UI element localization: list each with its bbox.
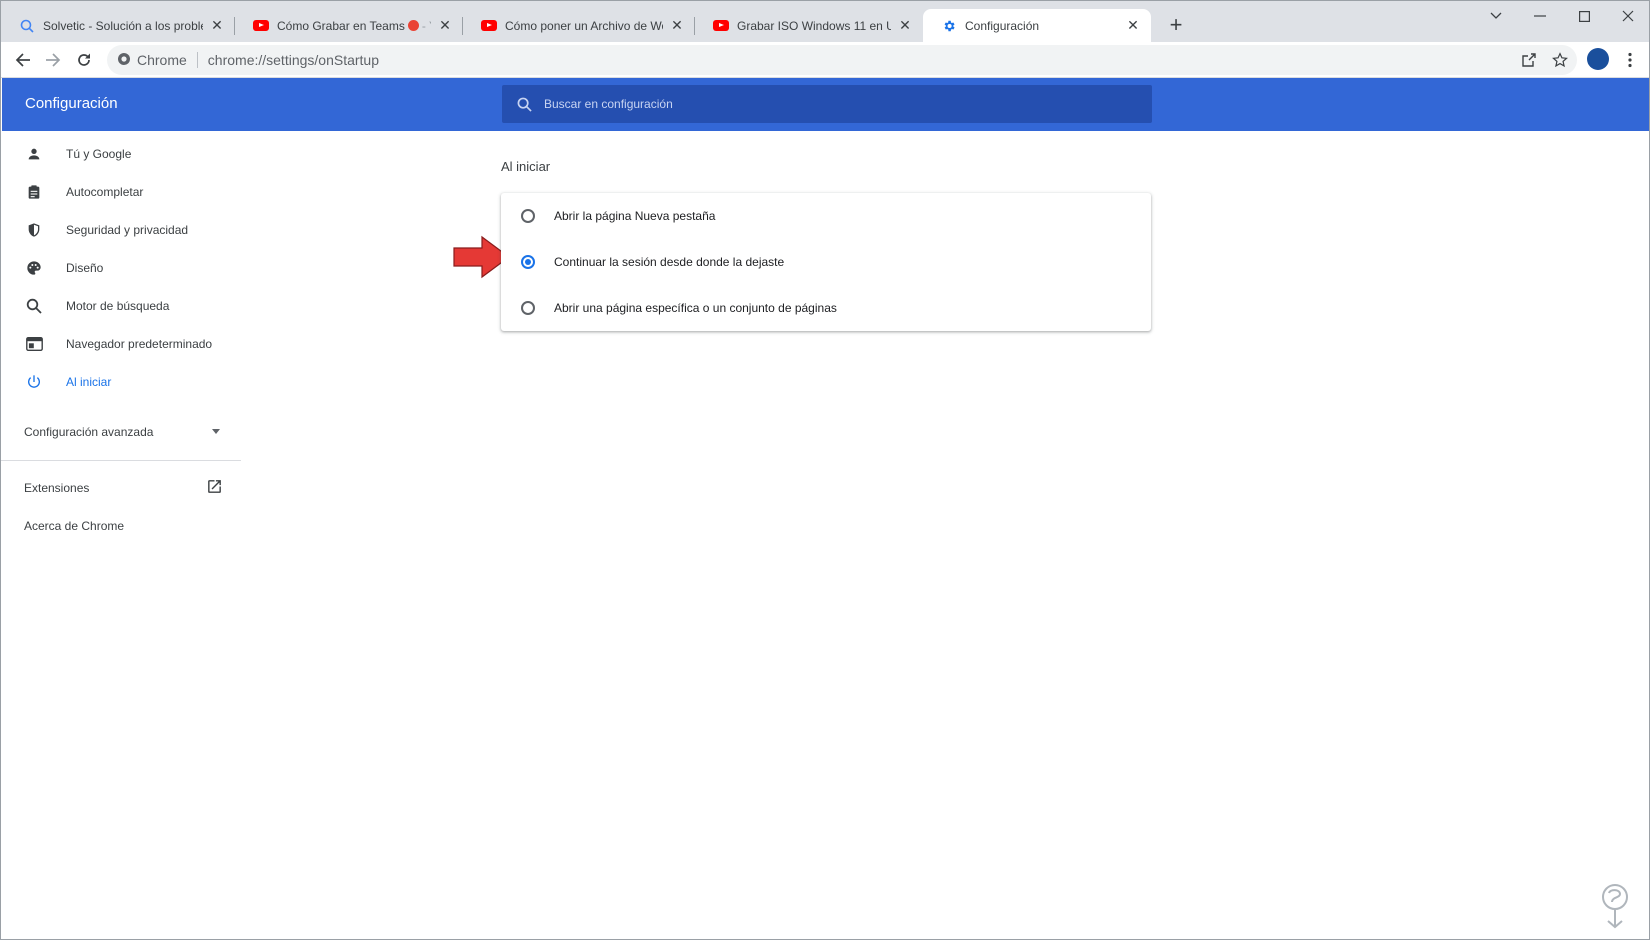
address-bar[interactable]: Chrome chrome://settings/onStartup [107,45,1577,75]
sidebar-item-label: Al iniciar [66,375,112,389]
solvetic-watermark-icon [1602,884,1628,929]
tab-solvetic[interactable]: Solvetic - Solución a los problem ✕ [1,9,235,42]
person-icon [24,144,44,164]
close-icon[interactable]: ✕ [209,17,225,34]
close-icon[interactable]: ✕ [669,17,685,34]
sidebar-item-label: Motor de búsqueda [66,299,170,313]
shield-icon [24,220,44,240]
tab-title: Configuración [965,18,1040,33]
browser-window: Solvetic - Solución a los problem ✕ Cómo… [0,0,1650,940]
browser-icon [24,334,44,354]
palette-icon [24,258,44,278]
search-icon [24,296,44,316]
close-icon[interactable]: ✕ [1125,17,1141,34]
radio-label: Abrir la página Nueva pestaña [554,209,716,223]
tab-title: Solvetic - Solución a los problem [43,18,203,33]
share-icon[interactable] [1517,48,1541,72]
browser-toolbar: Chrome chrome://settings/onStartup [1,42,1649,78]
solvetic-icon [19,18,35,34]
sidebar-item-tu-y-google[interactable]: Tú y Google [1,138,241,170]
youtube-icon [713,18,729,34]
sidebar-item-diseno[interactable]: Diseño [1,252,241,284]
search-icon [514,94,534,114]
close-icon[interactable]: ✕ [897,17,913,34]
tab-search-chevron-icon[interactable] [1481,5,1511,27]
startup-option-continue-session[interactable]: Continuar la sesión desde donde la dejas… [501,239,1151,285]
avatar[interactable] [1587,48,1609,70]
settings-search[interactable] [502,85,1152,123]
omnibox-divider [196,52,198,68]
advanced-settings-toggle[interactable]: Configuración avanzada [24,420,224,444]
tab-title-suffix: - You [421,18,431,33]
tab-title: Grabar ISO Windows 11 en USB [737,18,891,33]
about-chrome-link[interactable]: Acerca de Chrome [24,519,124,533]
external-link-icon[interactable] [206,478,226,498]
gear-icon [941,18,957,34]
tab-title: Cómo Grabar en Teams [277,18,405,33]
radio-label: Continuar la sesión desde donde la dejas… [554,255,785,269]
settings-header: Configuración [2,78,1649,131]
tab-archivo-word[interactable]: Cómo poner un Archivo de Word ✕ [463,9,695,42]
radio-label: Abrir una página específica o un conjunt… [554,301,837,315]
sidebar-item-autocompletar[interactable]: Autocompletar [1,176,241,208]
sidebar-item-motor-busqueda[interactable]: Motor de búsqueda [1,290,241,322]
radio-button[interactable] [521,301,535,315]
tab-grabar-teams[interactable]: Cómo Grabar en Teams - You ✕ [235,9,463,42]
minimize-icon[interactable] [1525,5,1555,27]
back-icon[interactable] [11,48,35,72]
new-tab-button[interactable]: + [1164,12,1188,37]
tab-configuracion[interactable]: Configuración ✕ [923,9,1151,42]
url-text[interactable]: chrome://settings/onStartup [208,52,379,68]
sidebar-item-label: Autocompletar [66,185,144,199]
youtube-icon [253,18,269,34]
reload-icon[interactable] [72,48,96,72]
menu-dots-icon[interactable] [1618,48,1642,72]
sidebar-item-seguridad[interactable]: Seguridad y privacidad [1,214,241,246]
sidebar-item-label: Tú y Google [66,147,132,161]
maximize-icon[interactable] [1569,5,1599,27]
tab-strip: Solvetic - Solución a los problem ✕ Cómo… [1,1,1649,42]
search-input[interactable] [544,97,1152,111]
extensions-link[interactable]: Extensiones [24,481,89,495]
startup-option-new-tab[interactable]: Abrir la página Nueva pestaña [501,193,1151,239]
caret-down-icon [212,429,220,434]
omnibox-chip-label: Chrome [137,52,187,68]
sidebar-item-al-iniciar[interactable]: Al iniciar [1,366,241,398]
radio-button-checked[interactable] [521,255,535,269]
sidebar-item-label: Seguridad y privacidad [66,223,189,237]
forward-icon[interactable] [41,48,65,72]
sidebar-item-navegador-predeterminado[interactable]: Navegador predeterminado [1,328,241,360]
page-title: Configuración [25,95,118,112]
sidebar-item-label: Diseño [66,261,104,275]
startup-option-specific-pages[interactable]: Abrir una página específica o un conjunt… [501,285,1151,331]
tab-grabar-iso[interactable]: Grabar ISO Windows 11 en USB ✕ [695,9,923,42]
youtube-icon [481,18,497,34]
sidebar-divider [1,460,241,461]
sidebar-item-label: Navegador predeterminado [66,337,213,351]
advanced-settings-label: Configuración avanzada [24,425,154,439]
recording-dot-icon [407,19,419,31]
chrome-icon [117,52,131,69]
radio-button[interactable] [521,209,535,223]
section-title: Al iniciar [501,159,551,174]
close-icon[interactable]: ✕ [437,17,453,34]
bookmark-star-icon[interactable] [1548,48,1572,72]
tab-title: Cómo poner un Archivo de Word [505,18,663,33]
clipboard-icon [24,182,44,202]
close-window-icon[interactable] [1613,5,1643,27]
power-icon [24,372,44,392]
startup-options-card: Abrir la página Nueva pestaña Continuar … [501,193,1151,331]
